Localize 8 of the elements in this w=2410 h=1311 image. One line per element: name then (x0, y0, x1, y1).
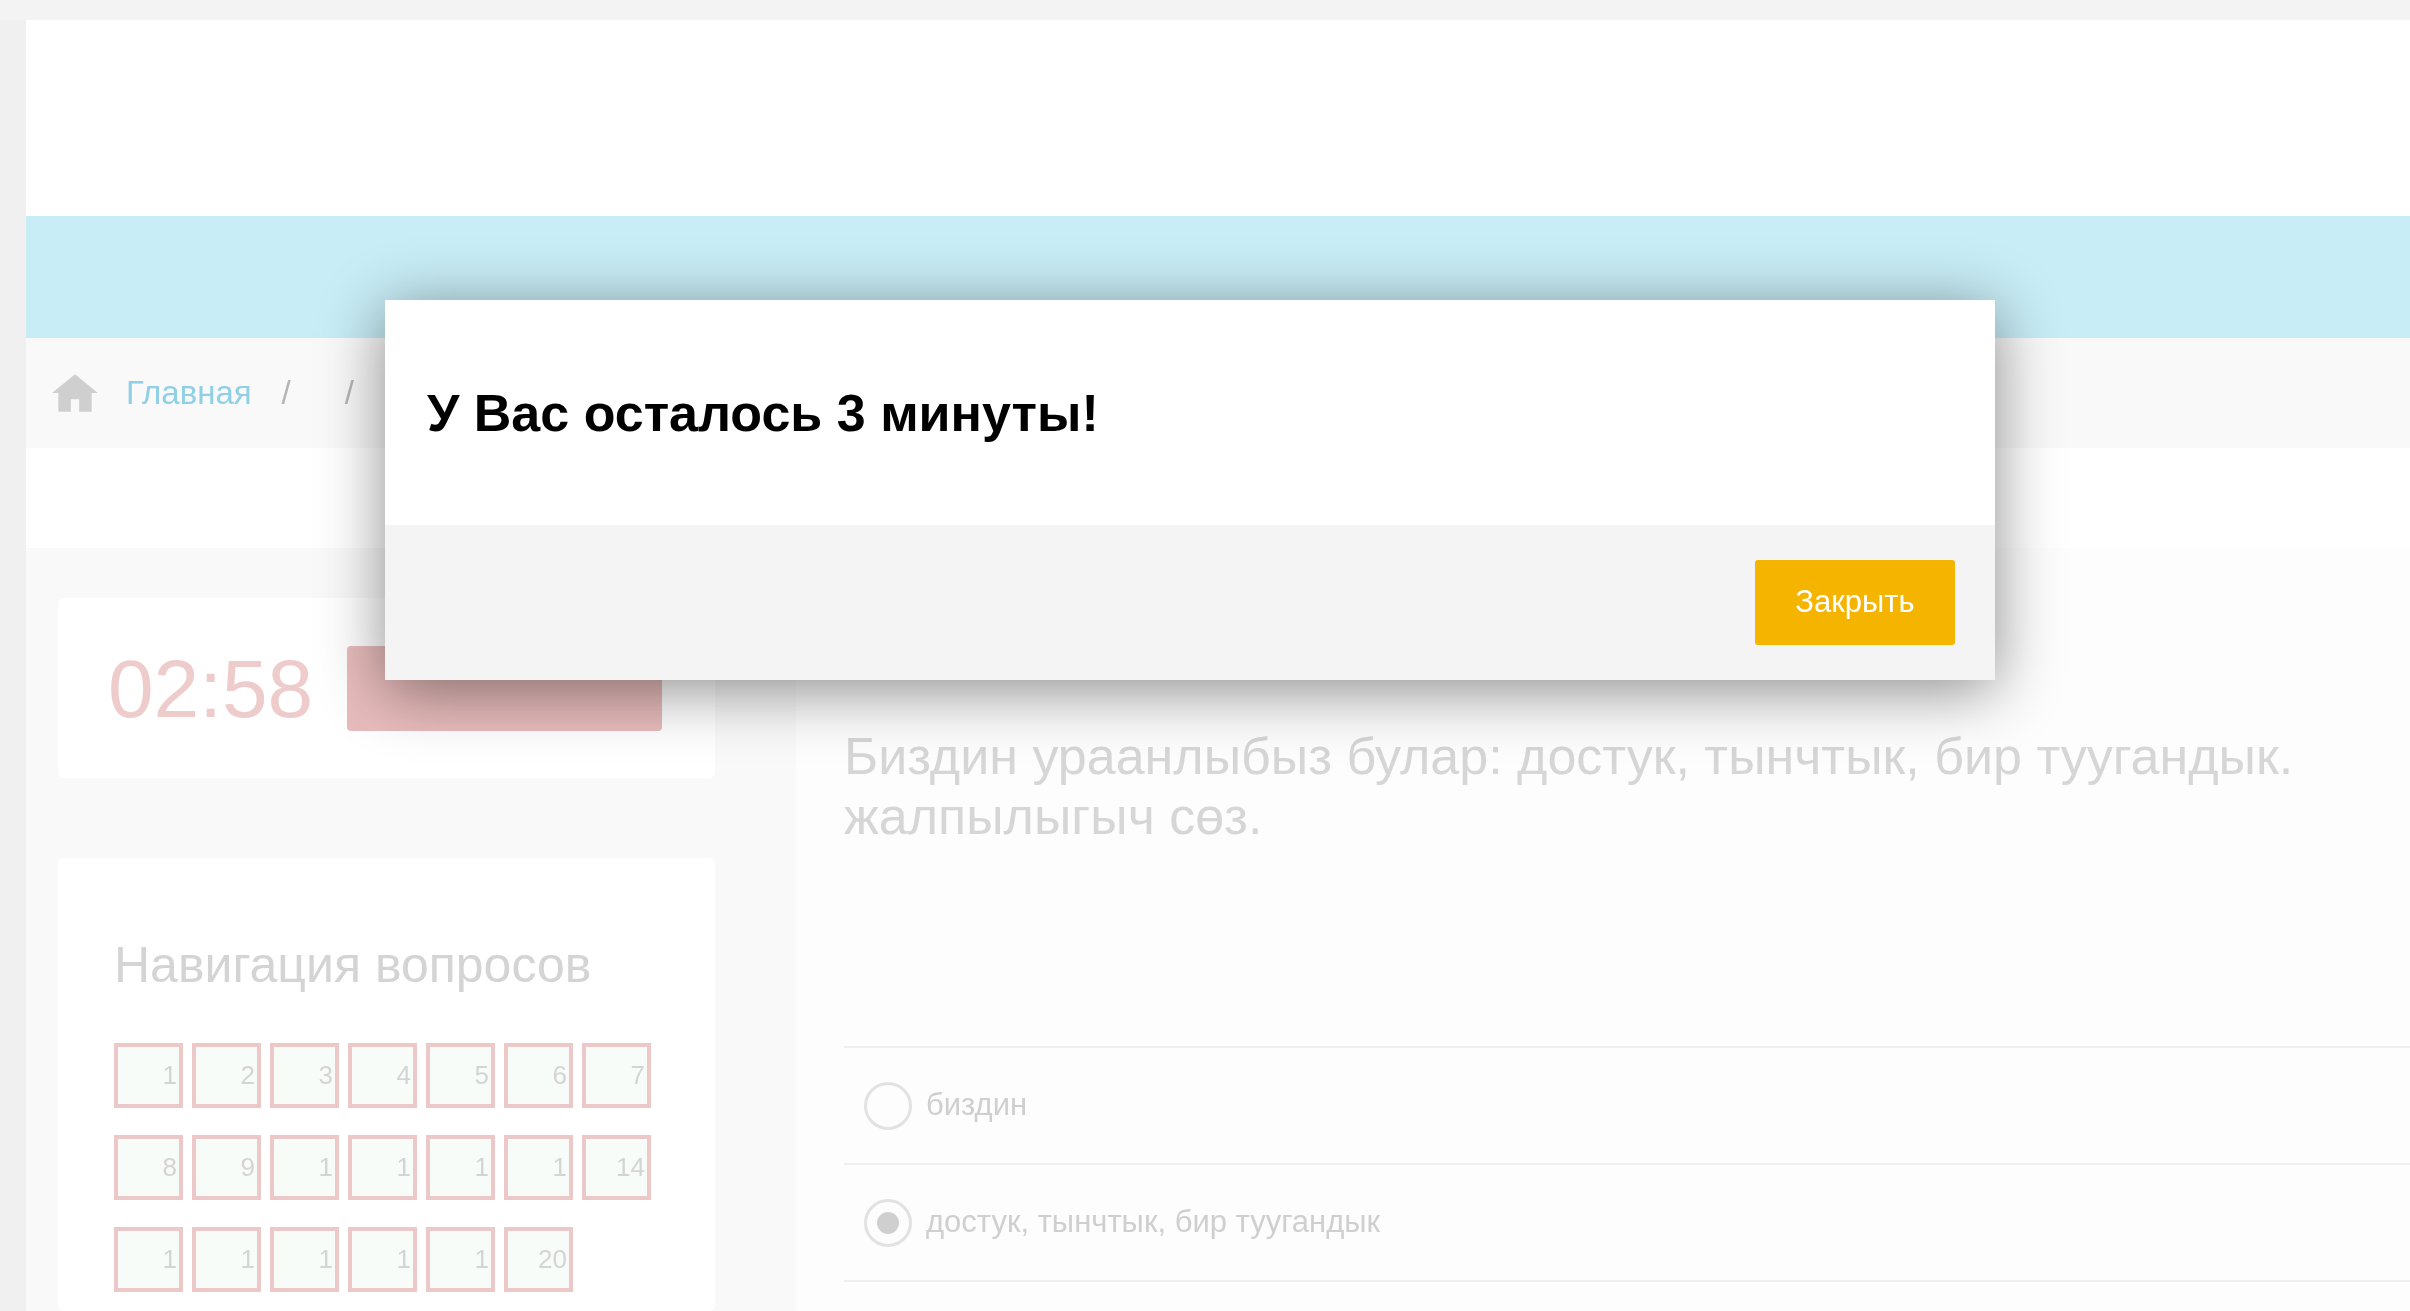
radio-button[interactable] (864, 1081, 912, 1130)
dialog-title: У Вас осталось 3 минуты! (427, 382, 1099, 444)
breadcrumb-separator: / (344, 373, 354, 414)
radio-button[interactable] (864, 1198, 912, 1247)
breadcrumb-separator: / (281, 373, 291, 414)
home-icon (50, 372, 100, 414)
close-button[interactable]: Закрыть (1755, 560, 1955, 645)
breadcrumb-link[interactable]: Главная (126, 368, 252, 418)
